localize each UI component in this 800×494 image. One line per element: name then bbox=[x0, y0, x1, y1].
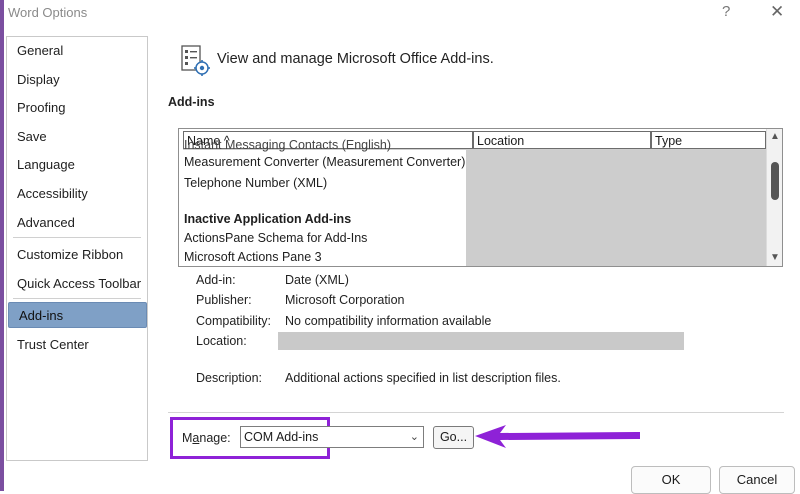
sidebar-item-quick-access-toolbar[interactable]: Quick Access Toolbar bbox=[7, 271, 147, 297]
table-row[interactable]: ActionsPane Schema for Add-Ins bbox=[184, 229, 367, 247]
sidebar-item-trust-center[interactable]: Trust Center bbox=[7, 332, 147, 358]
help-icon[interactable]: ? bbox=[722, 3, 730, 20]
annotation-arrow-icon bbox=[475, 425, 640, 448]
column-header-type[interactable]: Type bbox=[651, 131, 766, 149]
window-title: Word Options bbox=[8, 5, 88, 20]
divider bbox=[168, 412, 784, 413]
column-header-location[interactable]: Location bbox=[473, 131, 651, 149]
table-group-header: Inactive Application Add-ins bbox=[184, 212, 352, 226]
sidebar-item-save[interactable]: Save bbox=[7, 124, 147, 150]
addins-table: Name ^ Location Type Instant Messaging C… bbox=[178, 128, 783, 267]
scroll-down-icon[interactable]: ▼ bbox=[770, 252, 780, 263]
detail-value-publisher: Microsoft Corporation bbox=[285, 293, 405, 307]
detail-value-description: Additional actions specified in list des… bbox=[285, 371, 561, 385]
detail-value-location bbox=[278, 332, 684, 350]
scroll-up-icon[interactable]: ▲ bbox=[770, 131, 780, 142]
table-row[interactable]: Measurement Converter (Measurement Conve… bbox=[184, 153, 465, 171]
sidebar-divider bbox=[13, 237, 141, 238]
manage-select[interactable]: COM Add-ins ⌄ bbox=[240, 426, 424, 448]
table-scrollbar[interactable]: ▲ ▼ bbox=[766, 129, 782, 266]
scrollbar-thumb[interactable] bbox=[771, 162, 779, 200]
sidebar-item-general[interactable]: General bbox=[7, 38, 147, 64]
detail-label-location: Location: bbox=[196, 334, 247, 348]
title-bar: Word Options ? ✕ bbox=[0, 0, 800, 26]
chevron-down-icon: ⌄ bbox=[409, 431, 419, 443]
manage-label: Manage: bbox=[182, 431, 231, 445]
table-row[interactable]: Telephone Number (XML) bbox=[184, 174, 327, 192]
options-sidebar: General Display Proofing Save Language A… bbox=[6, 36, 148, 461]
addins-icon bbox=[181, 45, 210, 76]
go-button[interactable]: Go... bbox=[433, 426, 474, 449]
cancel-button[interactable]: Cancel bbox=[719, 466, 795, 494]
manage-select-value: COM Add-ins bbox=[244, 430, 319, 444]
table-row[interactable]: Microsoft Actions Pane 3 bbox=[184, 248, 322, 266]
sidebar-divider bbox=[13, 298, 141, 299]
window-accent-edge bbox=[0, 0, 4, 491]
detail-label-addin: Add-in: bbox=[196, 273, 236, 287]
sidebar-item-add-ins[interactable]: Add-ins bbox=[8, 302, 147, 328]
sidebar-item-language[interactable]: Language bbox=[7, 152, 147, 178]
section-heading: Add-ins bbox=[168, 95, 215, 109]
sidebar-item-display[interactable]: Display bbox=[7, 67, 147, 93]
table-row[interactable]: Instant Messaging Contacts (English) bbox=[184, 136, 391, 154]
detail-label-description: Description: bbox=[196, 371, 262, 385]
detail-value-compatibility: No compatibility information available bbox=[285, 314, 492, 328]
sidebar-item-accessibility[interactable]: Accessibility bbox=[7, 181, 147, 207]
sidebar-item-proofing[interactable]: Proofing bbox=[7, 95, 147, 121]
location-column-background bbox=[466, 150, 766, 266]
sidebar-item-customize-ribbon[interactable]: Customize Ribbon bbox=[7, 242, 147, 268]
close-icon[interactable]: ✕ bbox=[770, 2, 784, 22]
ok-button[interactable]: OK bbox=[631, 466, 711, 494]
detail-label-publisher: Publisher: bbox=[196, 293, 252, 307]
page-title: View and manage Microsoft Office Add-ins… bbox=[217, 51, 494, 67]
detail-value-addin: Date (XML) bbox=[285, 273, 349, 287]
detail-label-compatibility: Compatibility: bbox=[196, 314, 272, 328]
sidebar-item-advanced[interactable]: Advanced bbox=[7, 210, 147, 236]
